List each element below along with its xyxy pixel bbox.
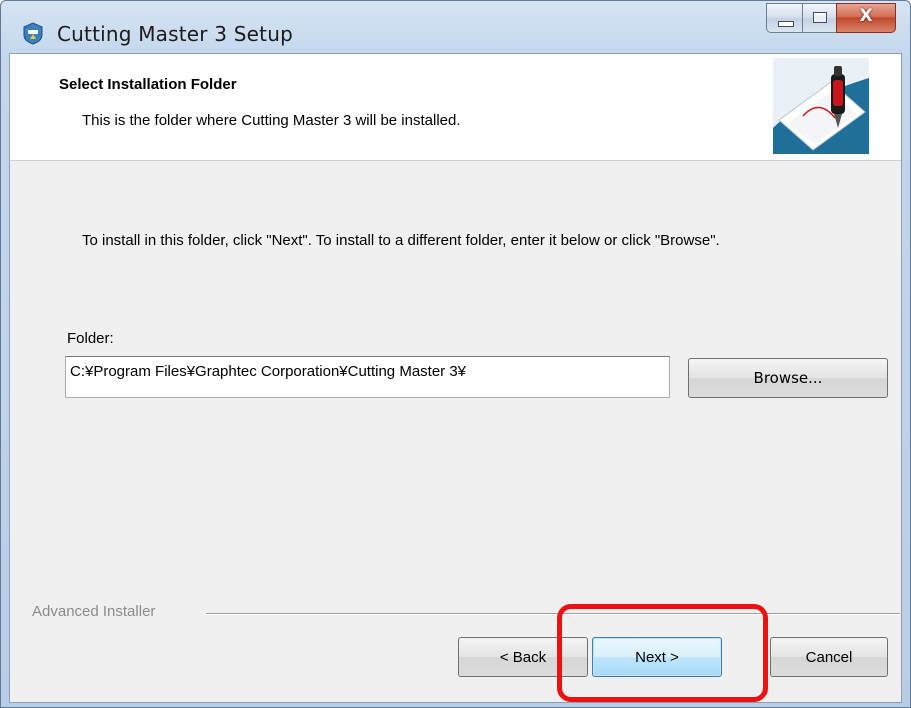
cancel-button[interactable]: Cancel [770,637,888,677]
installer-brand-label: Advanced Installer [32,603,156,620]
setup-window: Cutting Master 3 Setup X Select Installa… [0,0,911,708]
title-bar[interactable]: Cutting Master 3 Setup X [1,1,910,53]
minimize-icon [778,21,794,27]
page-title: Select Installation Folder [59,76,237,93]
minimize-button[interactable] [766,3,802,33]
page-subtitle: This is the folder where Cutting Master … [82,112,461,129]
close-button[interactable]: X [836,3,896,33]
folder-path-input[interactable]: C:¥Program Files¥Graphtec Corporation¥Cu… [65,356,670,398]
window-title: Cutting Master 3 Setup [57,22,293,46]
dialog-client: Select Installation Folder This is the f… [9,53,902,703]
maximize-button[interactable] [802,3,836,33]
back-button[interactable]: < Back [458,637,588,677]
maximize-icon [813,12,827,23]
header-banner: Select Installation Folder This is the f… [10,54,901,161]
browse-button[interactable]: Browse... [688,358,888,398]
cutter-blade-graphic [773,58,869,154]
folder-label: Folder: [67,330,114,347]
caption-buttons: X [766,3,896,33]
setup-shield-icon [23,22,43,45]
next-button[interactable]: Next > [592,637,722,677]
instruction-text: To install in this folder, click "Next".… [82,232,720,249]
close-icon: X [859,6,873,26]
footer-divider [206,613,900,615]
